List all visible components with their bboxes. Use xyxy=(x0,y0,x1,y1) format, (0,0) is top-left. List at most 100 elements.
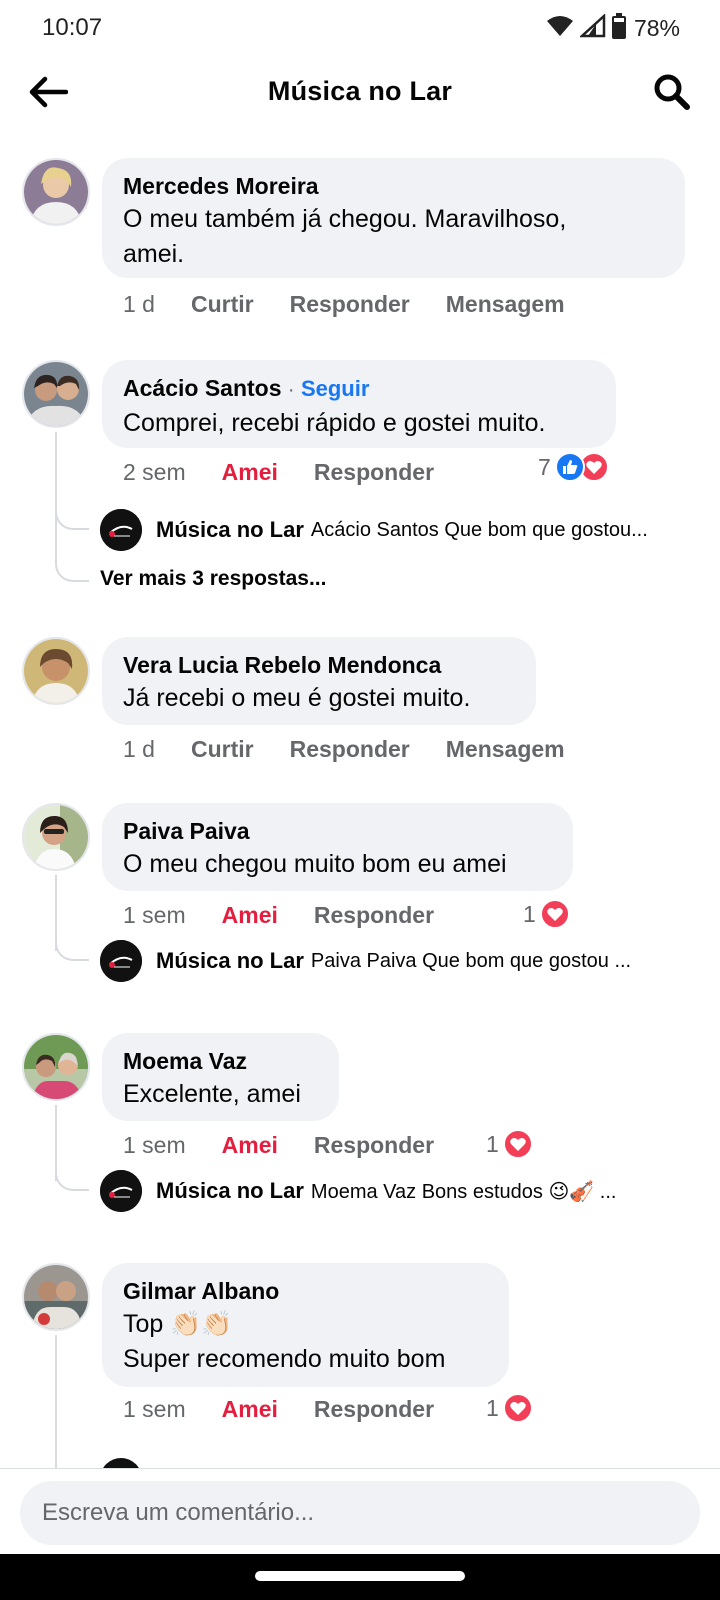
reply-button[interactable]: Responder xyxy=(314,1132,434,1159)
reply-author[interactable]: Música no Lar xyxy=(156,1178,304,1204)
love-reaction-button[interactable]: Amei xyxy=(222,1132,278,1159)
comment-item: Gilmar Albano Top 👏🏻👏🏻 Super recomendo m… xyxy=(0,1263,720,1468)
comment-text: O meu chegou muito bom eu amei xyxy=(123,850,507,878)
reply-author[interactable]: Música no Lar xyxy=(156,948,304,974)
reply-thread-curve xyxy=(55,1167,89,1191)
comment-bubble[interactable]: Moema Vaz Excelente, amei xyxy=(102,1033,339,1121)
comment-author[interactable]: Paiva Paiva xyxy=(123,815,553,847)
battery-percent: 78% xyxy=(633,14,680,41)
reaction-count: 1 xyxy=(523,900,536,927)
reaction-summary[interactable]: 7 xyxy=(538,452,609,482)
comment-actions: 1 d Curtir Responder Mensagem xyxy=(123,733,601,765)
reply-preview[interactable]: Música no Lar Paiva Paiva Que bom que go… xyxy=(100,939,688,983)
search-button[interactable] xyxy=(648,70,696,114)
comment-text: Excelente, amei xyxy=(123,1080,301,1108)
comment-item: Mercedes Moreira O meu também já chegou.… xyxy=(0,158,720,328)
like-button[interactable]: Curtir xyxy=(191,291,254,318)
comment-timestamp: 1 sem xyxy=(123,901,186,928)
reply-text: Paiva Paiva Que bom que gostou ... xyxy=(310,949,632,972)
reply-button[interactable]: Responder xyxy=(290,736,410,763)
comment-author-name[interactable]: Acácio Santos xyxy=(123,375,282,401)
reply-author[interactable]: Música no Lar xyxy=(156,517,304,543)
like-button[interactable]: Curtir xyxy=(191,736,254,763)
comment-actions: 1 sem Amei Responder xyxy=(123,1129,470,1161)
battery-icon xyxy=(611,12,626,44)
page-avatar[interactable] xyxy=(100,509,142,551)
love-reaction-icon xyxy=(539,899,570,929)
system-navigation-bar xyxy=(0,1554,720,1600)
message-button[interactable]: Mensagem xyxy=(446,736,565,763)
comment-author[interactable]: Gilmar Albano xyxy=(123,1275,489,1307)
reply-preview[interactable]: Música no Lar Moema Vaz Bons estudos 😉🎻 … xyxy=(100,1169,688,1213)
follow-button[interactable]: Seguir xyxy=(301,376,369,401)
comment-author[interactable]: Vera Lucia Rebelo Mendonca xyxy=(123,649,516,681)
reaction-summary[interactable]: 1 xyxy=(523,899,570,929)
comment-actions: 1 sem Amei Responder xyxy=(123,899,470,931)
avatar[interactable] xyxy=(22,360,90,428)
status-bar: 10:07 78% xyxy=(0,0,720,56)
comment-author: Acácio Santos · Seguir xyxy=(123,372,596,406)
like-reaction-icon xyxy=(554,452,585,482)
message-button[interactable]: Mensagem xyxy=(446,291,565,318)
search-icon xyxy=(654,74,690,110)
avatar[interactable] xyxy=(22,637,90,705)
comment-timestamp: 1 d xyxy=(123,735,155,762)
next-reply-avatar-partial xyxy=(100,1458,142,1468)
reaction-count: 7 xyxy=(538,453,551,480)
comment-text: Comprei, recebi rápido e gostei muito. xyxy=(123,409,546,437)
love-reaction-button[interactable]: Amei xyxy=(222,1396,278,1423)
reply-thread-line xyxy=(55,1335,57,1468)
comment-timestamp: 1 d xyxy=(123,290,155,317)
avatar[interactable] xyxy=(22,158,90,226)
status-time: 10:07 xyxy=(42,14,103,41)
reaction-summary[interactable]: 1 xyxy=(486,1129,533,1159)
reply-button[interactable]: Responder xyxy=(314,902,434,929)
avatar[interactable] xyxy=(22,803,90,871)
reaction-count: 1 xyxy=(486,1130,499,1157)
comment-item: Moema Vaz Excelente, amei 1 sem Amei Res… xyxy=(0,1033,720,1243)
comment-bubble[interactable]: Gilmar Albano Top 👏🏻👏🏻 Super recomendo m… xyxy=(102,1263,509,1387)
reply-text: Acácio Santos Que bom que gostou... xyxy=(310,518,648,541)
comment-timestamp: 2 sem xyxy=(123,458,186,485)
love-reaction-button[interactable]: Amei xyxy=(222,902,278,929)
comment-timestamp: 1 sem xyxy=(123,1131,186,1158)
love-reaction-button[interactable]: Amei xyxy=(222,459,278,486)
reply-preview[interactable]: Música no Lar Acácio Santos Que bom que … xyxy=(100,508,688,552)
reply-thread-curve xyxy=(55,558,89,582)
reply-button[interactable]: Responder xyxy=(290,291,410,318)
reaction-summary[interactable]: 1 xyxy=(486,1393,533,1423)
comment-text: amei. xyxy=(123,240,185,268)
home-gesture-handle[interactable] xyxy=(255,1571,465,1581)
cellular-signal-icon xyxy=(578,12,606,43)
reply-button[interactable]: Responder xyxy=(314,1396,434,1423)
comment-item: Paiva Paiva O meu chegou muito bom eu am… xyxy=(0,803,720,1013)
reply-thread-curve xyxy=(55,937,89,961)
comment-text: Já recebi o meu é gostei muito. xyxy=(123,684,471,712)
comment-item: Vera Lucia Rebelo Mendonca Já recebi o m… xyxy=(0,637,720,777)
comment-bubble[interactable]: Mercedes Moreira O meu também já chegou.… xyxy=(102,158,685,278)
reaction-count: 1 xyxy=(486,1394,499,1421)
view-more-replies-link[interactable]: Ver mais 3 respostas... xyxy=(100,567,326,591)
comment-bubble[interactable]: Acácio Santos · Seguir Comprei, recebi r… xyxy=(102,360,616,448)
page-avatar[interactable] xyxy=(100,1170,142,1212)
avatar[interactable] xyxy=(22,1263,90,1331)
comment-author[interactable]: Moema Vaz xyxy=(123,1045,319,1077)
comment-composer-bar: Escreva um comentário... xyxy=(0,1468,720,1554)
comment-bubble[interactable]: Paiva Paiva O meu chegou muito bom eu am… xyxy=(102,803,573,891)
comment-input[interactable]: Escreva um comentário... xyxy=(20,1481,700,1545)
page-title: Música no Lar xyxy=(267,76,453,106)
comment-actions: 1 d Curtir Responder Mensagem xyxy=(123,288,601,320)
top-app-bar: Música no Lar xyxy=(0,60,720,124)
love-reaction-icon xyxy=(502,1393,533,1423)
comment-actions: 1 sem Amei Responder xyxy=(123,1393,470,1425)
comment-actions: 2 sem Amei Responder xyxy=(123,456,470,488)
reply-thread-curve xyxy=(55,506,89,530)
comment-text: Super recomendo muito bom xyxy=(123,1345,446,1373)
comment-text: Top 👏🏻👏🏻 xyxy=(123,1310,233,1338)
avatar[interactable] xyxy=(22,1033,90,1101)
comment-author[interactable]: Mercedes Moreira xyxy=(123,170,665,202)
wifi-icon xyxy=(546,14,574,43)
reply-button[interactable]: Responder xyxy=(314,459,434,486)
comment-bubble[interactable]: Vera Lucia Rebelo Mendonca Já recebi o m… xyxy=(102,637,536,725)
page-avatar[interactable] xyxy=(100,940,142,982)
